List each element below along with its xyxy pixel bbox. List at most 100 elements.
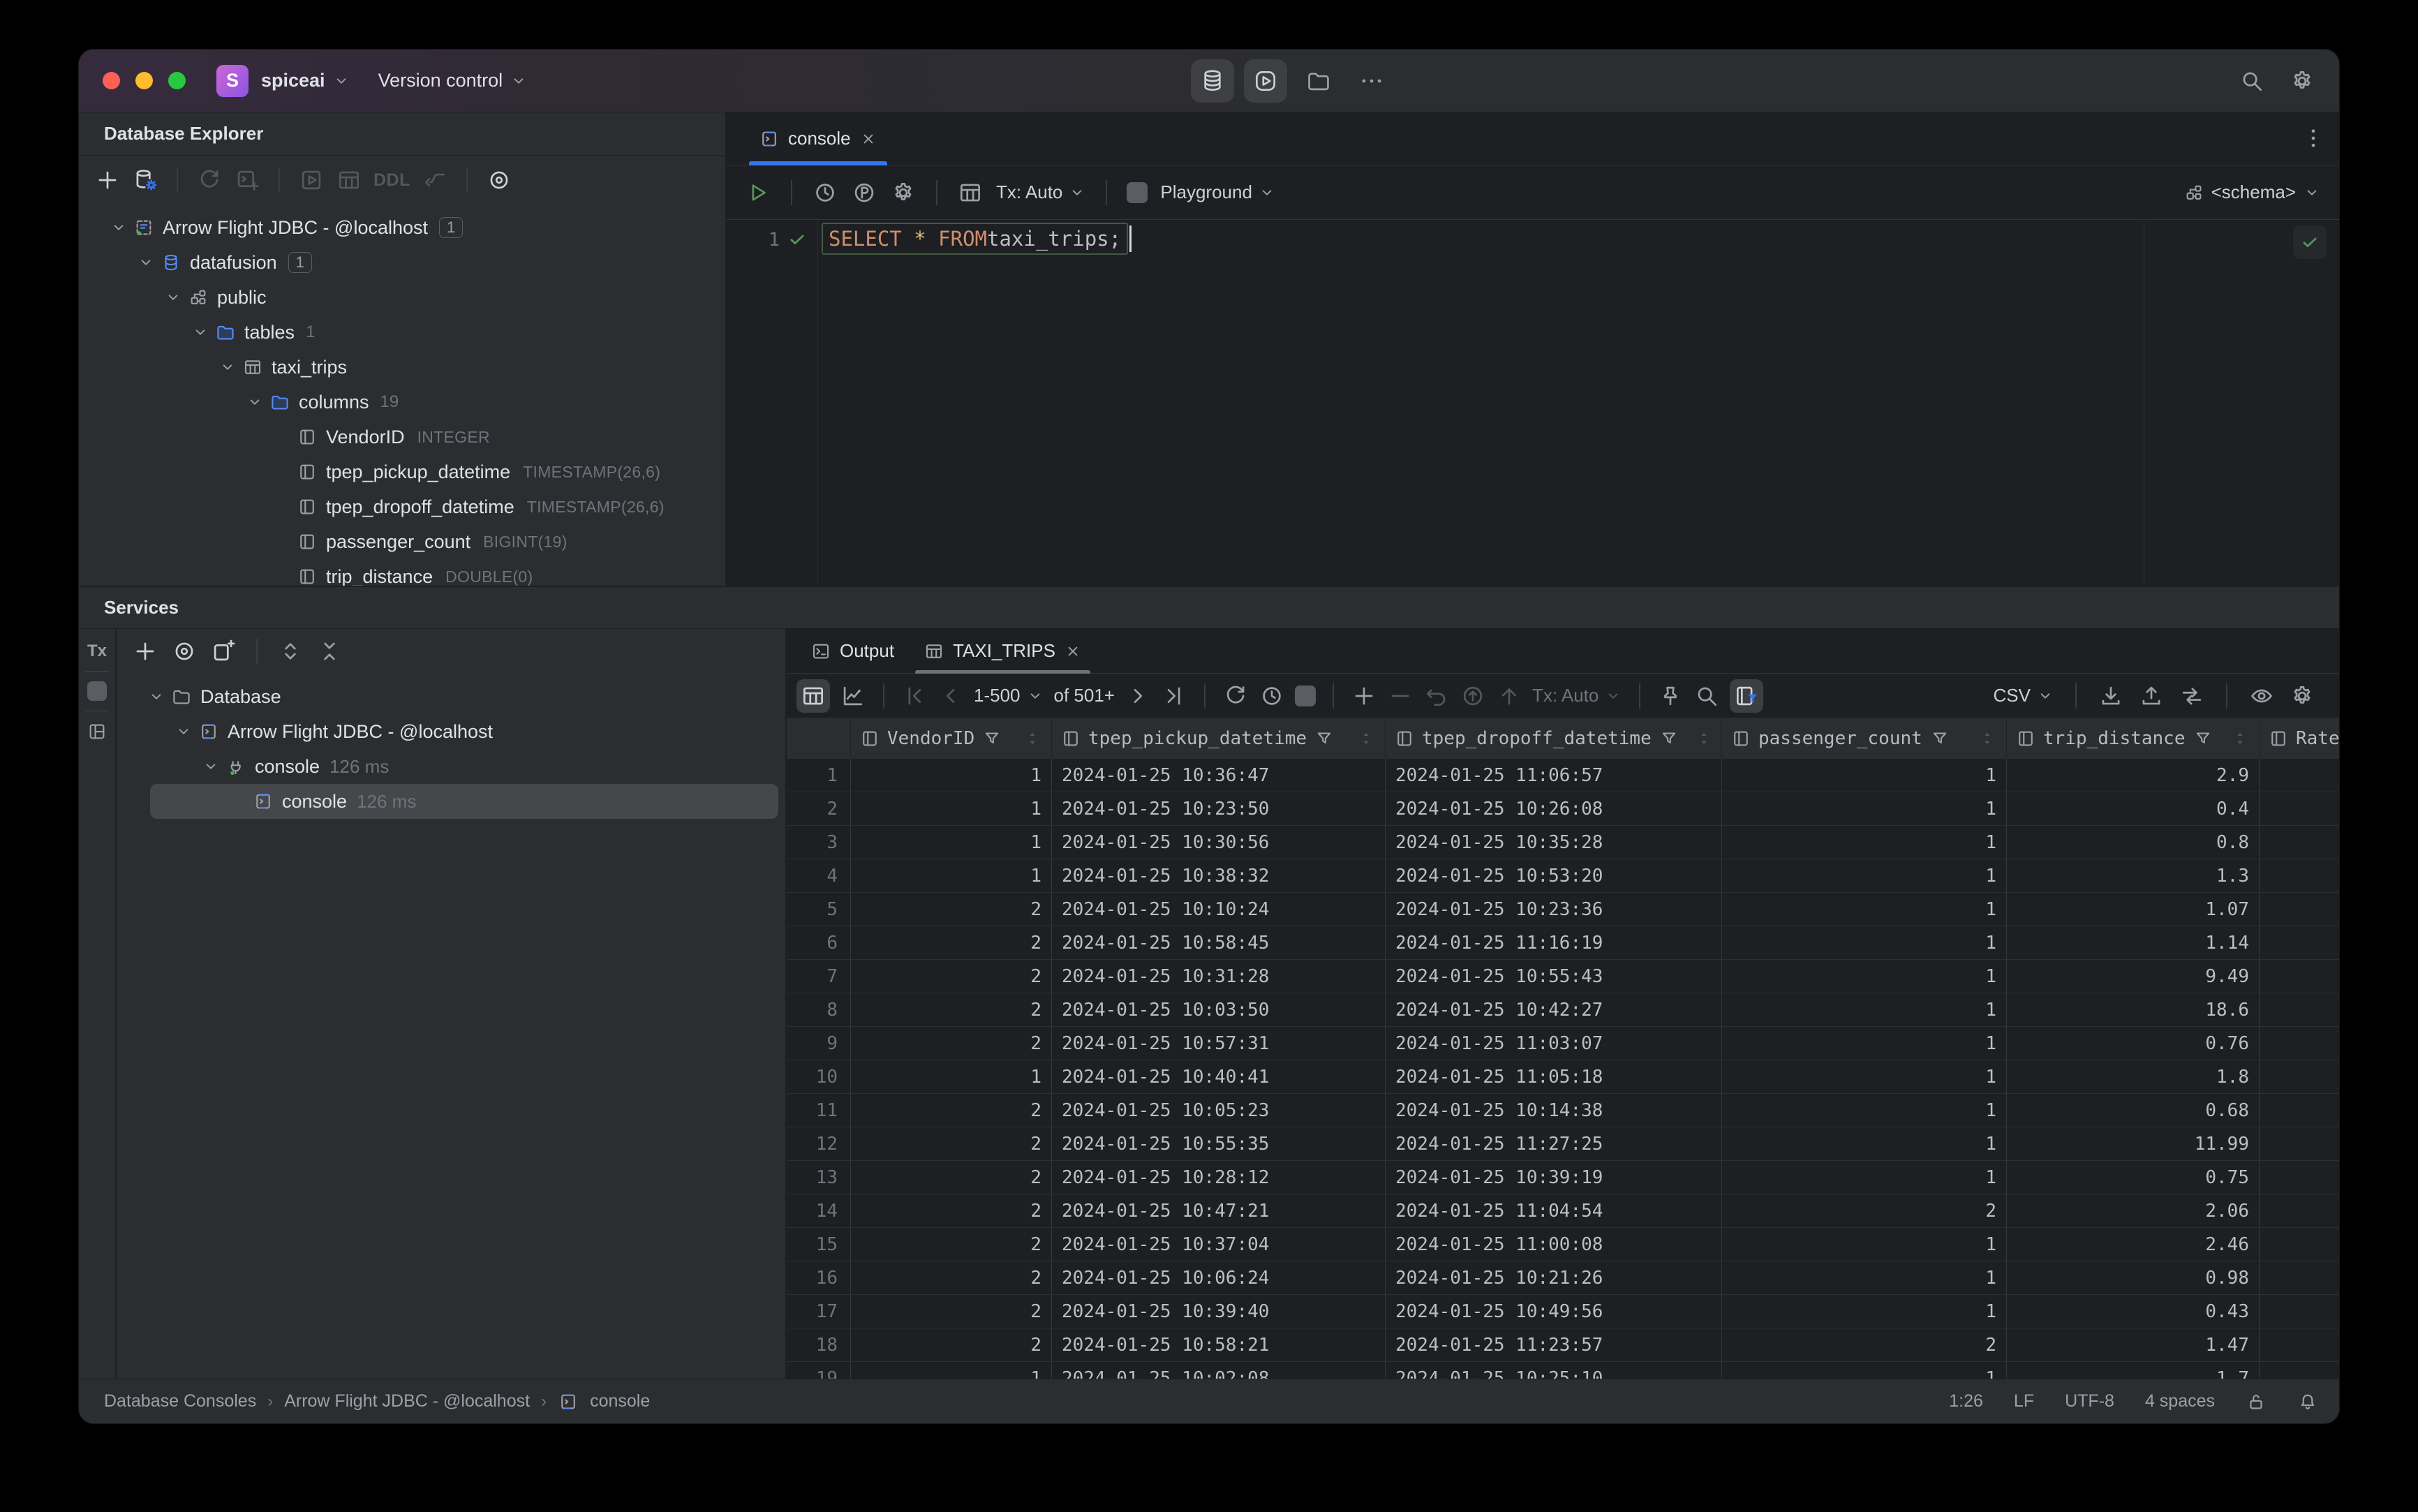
row-number-cell[interactable]: 11 xyxy=(787,1094,851,1127)
grid-cell[interactable]: 2024-01-25 10:58:45 xyxy=(1052,926,1386,960)
grid-cell[interactable]: 1 xyxy=(1722,1127,2007,1161)
inspection-status[interactable] xyxy=(2293,225,2327,259)
grid-cell[interactable]: 2 xyxy=(851,993,1052,1027)
grid-cell[interactable]: 1 xyxy=(1722,1295,2007,1328)
grid-cell[interactable]: 2024-01-25 11:05:18 xyxy=(1386,1060,1722,1094)
grid-cell[interactable]: 1 xyxy=(1722,826,2007,859)
minimize-window-button[interactable] xyxy=(135,72,153,89)
grid-cell[interactable] xyxy=(2260,1261,2339,1295)
column-header-trip_distance[interactable]: trip_distance xyxy=(2007,718,2260,759)
grid-cell[interactable]: 1.14 xyxy=(2007,926,2260,960)
run-sql-script-button[interactable] xyxy=(298,167,325,193)
column-header-tpep_pickup_datetime[interactable]: tpep_pickup_datetime xyxy=(1052,718,1386,759)
column-header-Rate[interactable]: Rate xyxy=(2260,718,2339,759)
grid-cell[interactable]: 1 xyxy=(1722,1261,2007,1295)
tree-chevron-slot[interactable] xyxy=(240,393,269,411)
grid-cell[interactable] xyxy=(2260,1295,2339,1328)
grid-cell[interactable] xyxy=(2260,1127,2339,1161)
grid-cell[interactable] xyxy=(2260,1161,2339,1194)
add-row-button[interactable] xyxy=(1351,683,1377,709)
grid-cell[interactable]: 2024-01-25 10:10:24 xyxy=(1052,893,1386,926)
explorer-tree-item-taxi-trips[interactable]: taxi_trips xyxy=(79,350,725,385)
table-icon[interactable] xyxy=(957,179,984,206)
tx-strip-button[interactable]: Tx xyxy=(87,642,107,661)
settings-gear-icon[interactable] xyxy=(2289,68,2315,94)
grid-cell[interactable]: 2024-01-25 10:21:26 xyxy=(1386,1261,1722,1295)
grid-cell[interactable]: 1 xyxy=(851,859,1052,893)
grid-cell[interactable]: 2024-01-25 10:57:31 xyxy=(1052,1027,1386,1060)
grid-cell[interactable]: 2024-01-25 11:04:54 xyxy=(1386,1194,1722,1228)
grid-cell[interactable]: 0.98 xyxy=(2007,1261,2260,1295)
add-service-button[interactable] xyxy=(132,638,158,665)
grid-cell[interactable]: 2024-01-25 10:02:08 xyxy=(1052,1362,1386,1379)
column-header-passenger_count[interactable]: passenger_count xyxy=(1722,718,2007,759)
row-number-cell[interactable]: 17 xyxy=(787,1295,851,1328)
grid-cell[interactable]: 2024-01-25 11:06:57 xyxy=(1386,759,1722,792)
grid-cell[interactable]: 0.68 xyxy=(2007,1094,2260,1127)
grid-cell[interactable]: 2024-01-25 10:38:32 xyxy=(1052,859,1386,893)
tx-mode-selector[interactable]: Tx: Auto xyxy=(996,181,1086,203)
row-number-cell[interactable]: 8 xyxy=(787,993,851,1027)
grid-cell[interactable]: 2 xyxy=(851,893,1052,926)
explorer-tree-item-tables[interactable]: tables 1 xyxy=(79,315,725,350)
row-number-cell[interactable]: 2 xyxy=(787,792,851,826)
console-settings-icon[interactable] xyxy=(890,179,917,206)
tree-chevron-slot[interactable] xyxy=(142,688,171,706)
grid-cell[interactable]: 2024-01-25 10:05:23 xyxy=(1052,1094,1386,1127)
layout-icon[interactable] xyxy=(87,721,107,742)
grid-cell[interactable]: 0.4 xyxy=(2007,792,2260,826)
grid-cell[interactable]: 2024-01-25 10:31:28 xyxy=(1052,960,1386,993)
select-in-services-button[interactable] xyxy=(171,638,198,665)
tree-chevron-slot[interactable] xyxy=(186,323,215,341)
grid-cell[interactable]: 2024-01-25 11:27:25 xyxy=(1386,1127,1722,1161)
grid-cell[interactable]: 2 xyxy=(851,1027,1052,1060)
grid-cell[interactable]: 2024-01-25 11:23:57 xyxy=(1386,1328,1722,1362)
grid-cell[interactable]: 2.46 xyxy=(2007,1228,2260,1261)
results-tx-selector[interactable]: Tx: Auto xyxy=(1532,685,1622,706)
grid-cell[interactable]: 1 xyxy=(1722,792,2007,826)
grid-cell[interactable]: 2024-01-25 10:39:19 xyxy=(1386,1161,1722,1194)
grid-cell[interactable] xyxy=(2260,960,2339,993)
push-button[interactable] xyxy=(1496,683,1522,709)
grid-cell[interactable]: 2024-01-25 10:25:10 xyxy=(1386,1362,1722,1379)
next-page-button[interactable] xyxy=(1125,683,1151,709)
delete-row-button[interactable] xyxy=(1387,683,1414,709)
grid-cell[interactable]: 1 xyxy=(1722,759,2007,792)
grid-cell[interactable]: 2.06 xyxy=(2007,1194,2260,1228)
grid-cell[interactable]: 2024-01-25 10:23:50 xyxy=(1052,792,1386,826)
services-tree-item-database[interactable]: Database xyxy=(117,679,785,714)
sql-statement-line[interactable]: SELECT * FROM taxi_trips; xyxy=(822,223,1132,255)
grid-cell[interactable] xyxy=(2260,926,2339,960)
add-datasource-button[interactable] xyxy=(94,167,121,193)
grid-cell[interactable]: 2 xyxy=(851,926,1052,960)
reload-data-button[interactable] xyxy=(1222,683,1249,709)
tab-taxi-trips[interactable]: TAXI_TRIPS xyxy=(912,629,1093,674)
grid-cell[interactable]: 2 xyxy=(851,1261,1052,1295)
grid-cell[interactable] xyxy=(2260,826,2339,859)
playground-selector[interactable]: Playground xyxy=(1160,181,1276,203)
new-console-button[interactable] xyxy=(234,167,260,193)
grid-cell[interactable]: 2024-01-25 11:03:07 xyxy=(1386,1027,1722,1060)
grid-cell[interactable]: 2024-01-25 10:53:20 xyxy=(1386,859,1722,893)
stop-button[interactable] xyxy=(1127,181,1148,203)
grid-cell[interactable] xyxy=(2260,1328,2339,1362)
grid-cell[interactable]: 2024-01-25 10:26:08 xyxy=(1386,792,1722,826)
explorer-tree-item-tpep-dropoff-datetime[interactable]: tpep_dropoff_datetime TIMESTAMP(26,6) xyxy=(79,489,725,524)
explorer-tree-item-tpep-pickup-datetime[interactable]: tpep_pickup_datetime TIMESTAMP(26,6) xyxy=(79,454,725,489)
open-in-new-tab-button[interactable] xyxy=(210,638,237,665)
grid-cell[interactable]: 9.49 xyxy=(2007,960,2260,993)
select-opened-element-button[interactable] xyxy=(486,167,512,193)
grid-cell[interactable] xyxy=(2260,792,2339,826)
close-window-button[interactable] xyxy=(103,72,120,89)
project-files-button[interactable] xyxy=(1297,59,1340,103)
grid-cell[interactable]: 1.8 xyxy=(2007,1060,2260,1094)
grid-cell[interactable]: 1 xyxy=(1722,1027,2007,1060)
grid-cell[interactable]: 2 xyxy=(851,1094,1052,1127)
grid-cell[interactable] xyxy=(2260,1027,2339,1060)
tree-chevron-slot[interactable] xyxy=(104,218,133,237)
expand-all-button[interactable] xyxy=(277,638,304,665)
grid-cell[interactable]: 2024-01-25 10:39:40 xyxy=(1052,1295,1386,1328)
grid-cell[interactable]: 2024-01-25 10:36:47 xyxy=(1052,759,1386,792)
grid-cell[interactable]: 1 xyxy=(851,792,1052,826)
grid-cell[interactable]: 2 xyxy=(851,1127,1052,1161)
